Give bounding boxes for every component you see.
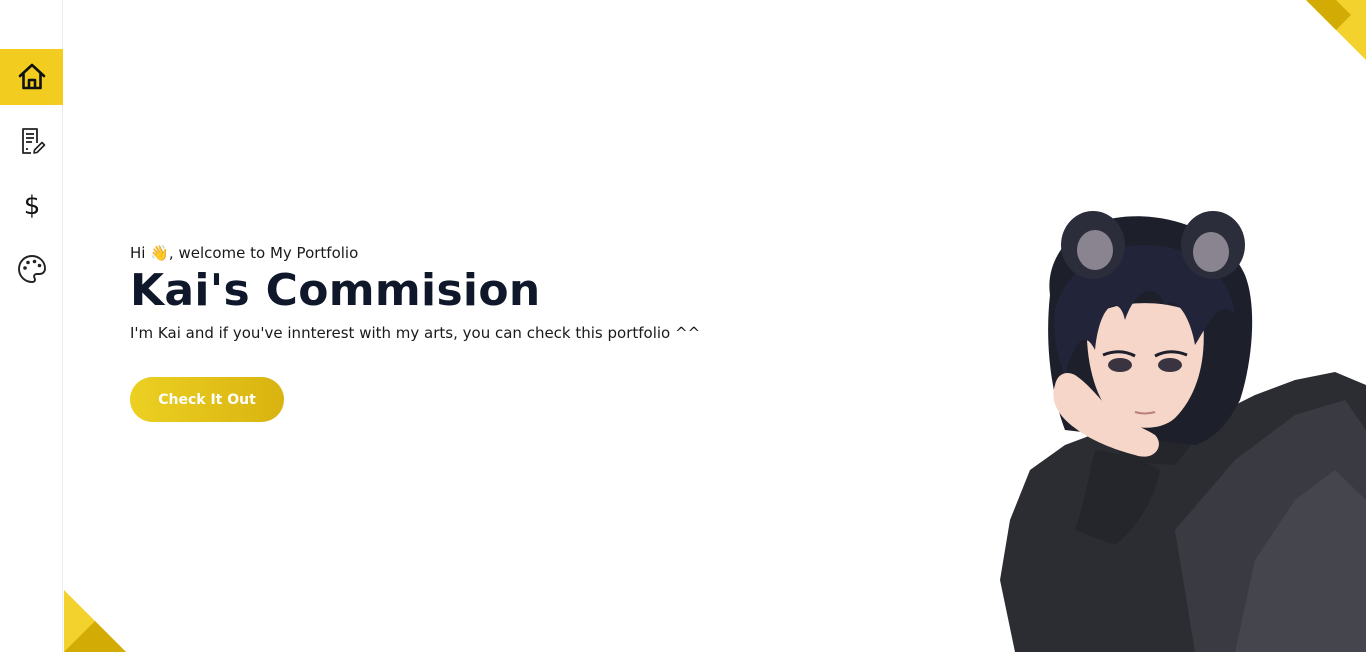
corner-decoration-bottom-left (64, 590, 126, 652)
document-edit-icon (21, 128, 45, 154)
hero-subtitle: I'm Kai and if you've innterest with my … (130, 324, 701, 342)
page: $ Hi 👋, welcome to My Portfolio Kai's Co… (0, 0, 1366, 652)
corner-decoration-top-right (1306, 0, 1366, 60)
hero-section: Hi 👋, welcome to My Portfolio Kai's Comm… (130, 243, 700, 343)
greeting-text: Hi 👋, welcome to My Portfolio (130, 243, 700, 263)
palette-icon (17, 255, 46, 283)
character-illustration (1000, 211, 1366, 652)
sidebar-item-home[interactable] (0, 49, 63, 105)
home-icon (18, 63, 45, 90)
sidebar-nav: $ (0, 0, 63, 652)
page-title: Kai's Commision (130, 265, 541, 316)
check-it-out-button[interactable]: Check It Out (130, 377, 284, 422)
sidebar-item-pricing[interactable]: $ (0, 177, 63, 233)
greeting-prefix: Hi (130, 244, 151, 262)
sidebar-item-orders[interactable] (0, 113, 63, 169)
waving-hand-emoji: 👋 (150, 244, 169, 262)
svg-text:$: $ (23, 191, 40, 221)
sidebar-item-gallery[interactable] (0, 241, 63, 297)
dollar-icon: $ (23, 191, 40, 221)
greeting-suffix: , welcome to My Portfolio (168, 244, 359, 262)
